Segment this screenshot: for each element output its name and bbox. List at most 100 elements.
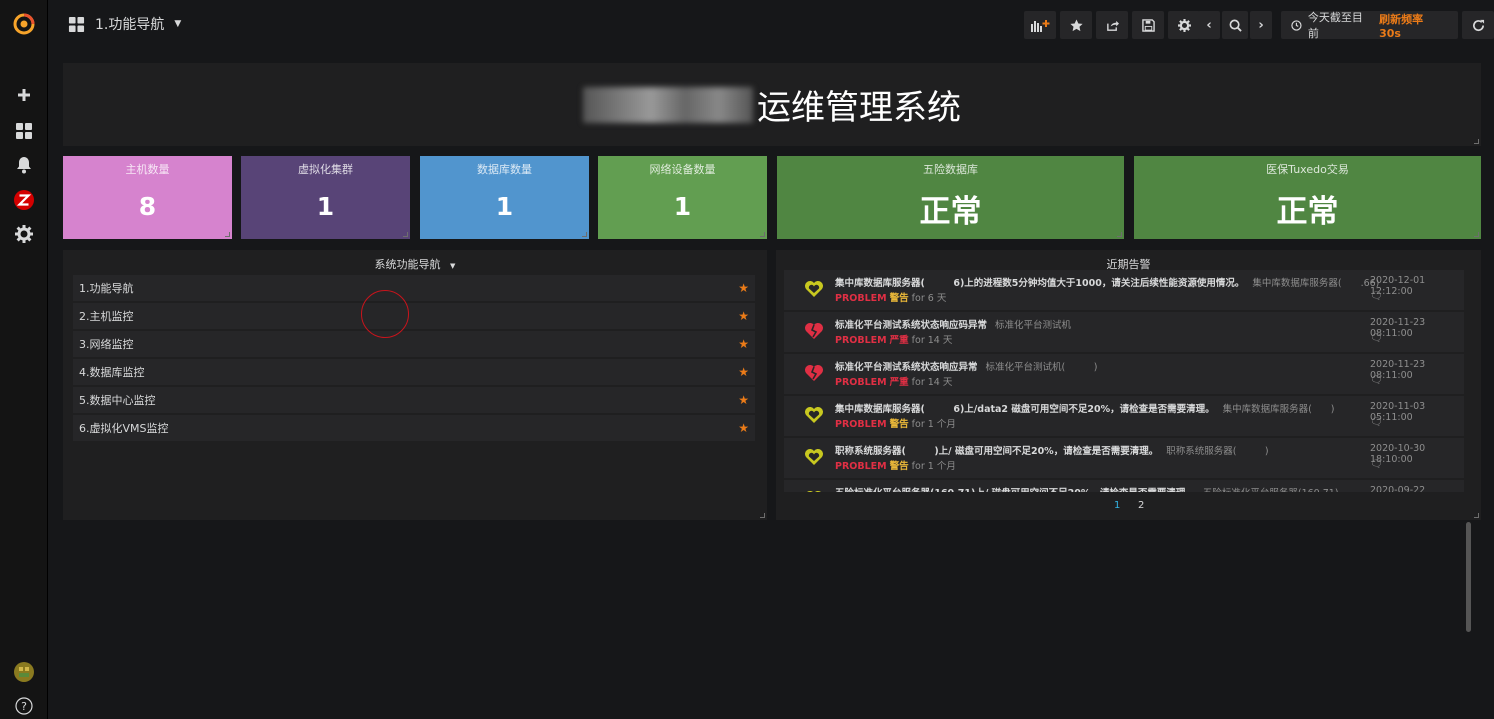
bell-icon[interactable]: [12, 153, 36, 177]
comment-icon[interactable]: 🗨: [1370, 459, 1383, 470]
comment-icon[interactable]: 🗨: [1370, 417, 1383, 428]
gear-icon[interactable]: [12, 222, 36, 246]
stat-value: 1: [673, 192, 692, 221]
nav-item[interactable]: 1.功能导航 ★: [73, 275, 755, 301]
sidebar: ?: [0, 0, 48, 719]
nav-item-label: 4.数据库监控: [79, 366, 145, 379]
alert-row[interactable]: 五险标准化平台服务器(160.71)上/ 磁盘可用空间不足20%，请检查是否需要…: [784, 480, 1464, 492]
page-2-link[interactable]: 2: [1138, 500, 1144, 511]
alert-state: PROBLEM: [835, 461, 887, 472]
stat-label: 五险数据库: [923, 163, 978, 176]
help-icon[interactable]: ?: [12, 694, 36, 718]
grafana-logo-icon[interactable]: [12, 12, 36, 36]
nav-item[interactable]: 4.数据库监控 ★: [73, 359, 755, 385]
alert-duration: for 14 天: [911, 377, 953, 388]
resize-handle[interactable]: [1474, 139, 1479, 144]
resize-handle[interactable]: [403, 232, 408, 237]
stat-value: 1: [316, 192, 335, 221]
caret-down-icon: ▼: [450, 262, 456, 270]
save-button[interactable]: [1132, 11, 1164, 39]
time-picker-button[interactable]: 今天截至目前 刷新频率 30s: [1281, 11, 1458, 40]
stat-label: 网络设备数量: [649, 163, 716, 176]
alert-message: 标准化平台测试系统状态响应码异常 标准化平台测试机: [835, 317, 1071, 331]
stat-value: 8: [138, 192, 157, 221]
alert-row[interactable]: 集中库数据库服务器( 6)上/data2 磁盘可用空间不足20%，请检查是否需要…: [784, 396, 1464, 436]
alert-message: 标准化平台测试系统状态响应异常 标准化平台测试机( ): [835, 359, 1097, 373]
caret-down-icon: ▼: [174, 19, 182, 29]
alert-row[interactable]: 标准化平台测试系统状态响应码异常 标准化平台测试机 PROBLEM 严重 for 1…: [784, 312, 1464, 352]
add-panel-icon: [1031, 20, 1050, 32]
comment-icon[interactable]: 🗨: [1370, 291, 1383, 302]
alert-severity: 严重: [889, 335, 909, 346]
alert-message: 职称系统服务器( )上/ 磁盘可用空间不足20%，请检查是否需要清理。 职称系统服…: [835, 443, 1269, 457]
resize-handle[interactable]: [760, 232, 765, 237]
nav-item-label: 3.网络监控: [79, 338, 134, 351]
share-button[interactable]: [1096, 11, 1128, 39]
alert-time: 2020-10-30 18:10:00: [1370, 443, 1426, 465]
zoom-out-button[interactable]: [1222, 11, 1248, 39]
comment-icon[interactable]: 🗨: [1370, 333, 1383, 344]
resize-handle[interactable]: [760, 513, 765, 518]
alert-state: PROBLEM: [835, 419, 887, 430]
refresh-button[interactable]: [1462, 11, 1494, 39]
nav-item[interactable]: 2.主机监控 ★: [73, 303, 755, 329]
alert-severity: 警告: [889, 419, 909, 430]
time-controls: 今天截至目前 刷新频率 30s: [1281, 11, 1494, 40]
time-back-button[interactable]: ‹: [1198, 11, 1220, 39]
gear-icon: [1177, 18, 1191, 32]
alert-scrollbar[interactable]: [1466, 522, 1471, 632]
alert-text: 职称系统服务器( )上/ 磁盘可用空间不足20%，请检查是否需要清理。: [835, 446, 1159, 457]
alert-text: 集中库数据库服务器( 6)上的进程数5分钟均值大于1000，请关注后续性能资源使…: [835, 278, 1245, 289]
nav-item[interactable]: 5.数据中心监控 ★: [73, 387, 755, 413]
comment-icon[interactable]: 🗨: [1370, 375, 1383, 386]
refresh-icon: [1472, 19, 1484, 31]
alert-severity: 警告: [889, 293, 909, 304]
add-panel-button[interactable]: [1024, 11, 1056, 39]
resize-handle[interactable]: [1474, 232, 1479, 237]
alert-row[interactable]: 集中库数据库服务器( 6)上的进程数5分钟均值大于1000，请关注后续性能资源使…: [784, 270, 1464, 310]
resize-handle[interactable]: [225, 232, 230, 237]
alert-state: PROBLEM: [835, 335, 887, 346]
star-button[interactable]: [1060, 11, 1092, 39]
alert-duration: for 1 个月: [911, 419, 956, 430]
alert-message: 集中库数据库服务器( 6)上的进程数5分钟均值大于1000，请关注后续性能资源使…: [835, 275, 1379, 289]
alert-status: PROBLEM 警告 for 1 个月: [835, 416, 956, 430]
user-avatar[interactable]: [12, 660, 36, 684]
plus-icon[interactable]: [12, 83, 36, 107]
resize-handle[interactable]: [582, 232, 587, 237]
resize-handle[interactable]: [1474, 513, 1479, 518]
settings-button[interactable]: [1168, 11, 1200, 39]
star-icon[interactable]: ★: [738, 421, 749, 435]
nav-item-label: 6.虚拟化VMS监控: [79, 422, 169, 435]
page-1-link[interactable]: 1: [1114, 500, 1120, 511]
alert-source: 集中库数据库服务器( .66): [1252, 278, 1380, 289]
dashboard-picker[interactable]: 1.功能导航 ▼: [68, 14, 181, 34]
nav-panel-title[interactable]: 系统功能导航 ▼: [63, 250, 767, 272]
alert-row[interactable]: 职称系统服务器( )上/ 磁盘可用空间不足20%，请检查是否需要清理。 职称系统服…: [784, 438, 1464, 478]
alert-message: 集中库数据库服务器( 6)上/data2 磁盘可用空间不足20%，请检查是否需要…: [835, 401, 1335, 415]
star-icon[interactable]: ★: [738, 365, 749, 379]
nav-item-label: 1.功能导航: [79, 282, 134, 295]
time-forward-button[interactable]: ›: [1250, 11, 1272, 39]
nav-item[interactable]: 6.虚拟化VMS监控 ★: [73, 415, 755, 441]
stat-panel-4: 网络设备数量 1: [598, 156, 767, 239]
alert-time: 2020-11-23 08:11:00: [1370, 317, 1426, 339]
stat-panel-5: 五险数据库 正常: [777, 156, 1124, 239]
star-icon[interactable]: ★: [738, 309, 749, 323]
dashboards-icon: [68, 16, 85, 32]
stat-value: 1: [495, 192, 514, 221]
nav-item-label: 5.数据中心监控: [79, 394, 156, 407]
alert-status: PROBLEM 警告 for 6 天: [835, 290, 946, 304]
nav-item[interactable]: 3.网络监控 ★: [73, 331, 755, 357]
star-icon[interactable]: ★: [738, 281, 749, 295]
star-icon[interactable]: ★: [738, 337, 749, 351]
dashboards-icon[interactable]: [12, 119, 36, 143]
star-icon[interactable]: ★: [738, 393, 749, 407]
title-panel: 运维管理系统: [63, 63, 1481, 146]
alert-row[interactable]: 标准化平台测试系统状态响应异常 标准化平台测试机( ) PROBLEM 严重 for…: [784, 354, 1464, 394]
alert-time: 2020-11-23 08:11:00: [1370, 359, 1426, 381]
resize-handle[interactable]: [1117, 232, 1122, 237]
alert-source: 集中库数据库服务器( ): [1222, 404, 1335, 415]
zabbix-icon[interactable]: [12, 188, 36, 212]
alert-panel: 近期告警 集中库数据库服务器( 6)上的进程数5分钟均值大于1000，请关注后续…: [776, 250, 1481, 632]
